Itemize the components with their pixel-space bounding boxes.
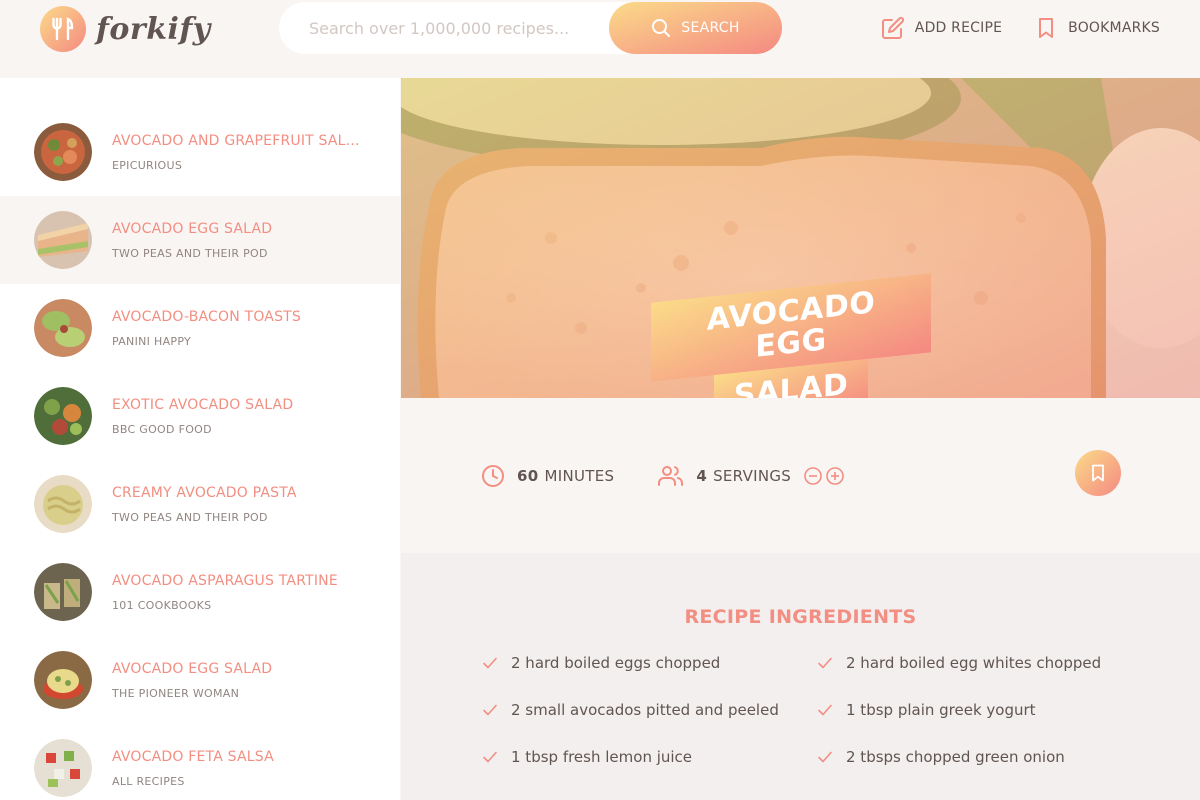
search-input[interactable] bbox=[309, 18, 629, 38]
ingredient-list: 2 hard boiled eggs chopped 2 hard boiled… bbox=[481, 654, 1121, 766]
search-results: AVOCADO AND GRAPEFRUIT SAL... EPICURIOUS… bbox=[0, 78, 400, 800]
bookmark-icon bbox=[1039, 18, 1054, 38]
ingredient-item: 2 small avocados pitted and peeled bbox=[481, 701, 816, 719]
ingredient-text: 2 tbsps chopped green onion bbox=[846, 748, 1065, 766]
servings-stepper bbox=[803, 466, 845, 486]
ingredient-text: 1 tbsp fresh lemon juice bbox=[511, 748, 693, 766]
search-button-label: SEARCH bbox=[681, 20, 740, 36]
minus-circle-icon bbox=[804, 466, 822, 485]
ingredient-text: 2 hard boiled eggs chopped bbox=[511, 654, 721, 672]
result-title: AVOCADO EGG SALAD bbox=[112, 220, 273, 237]
result-publisher: EPICURIOUS bbox=[112, 158, 183, 172]
search-icon bbox=[652, 19, 671, 37]
header: forkify SEARCH ADD RECIPE BOO bbox=[0, 0, 1200, 78]
recipe-view: AVOCADO EGG SALAD 60 MINUTES 4 SERVINGS … bbox=[401, 78, 1200, 800]
recipe-hero-image: AVOCADO EGG SALAD bbox=[401, 78, 1200, 398]
result-item[interactable]: AVOCADO ASPARAGUS TARTINE 101 COOKBOOKS bbox=[0, 548, 400, 636]
result-title: AVOCADO ASPARAGUS TARTINE bbox=[112, 572, 338, 589]
ingredient-item: 2 hard boiled eggs chopped bbox=[481, 654, 816, 672]
ingredient-item: 2 tbsps chopped green onion bbox=[816, 748, 1121, 766]
plus-circle-icon bbox=[826, 466, 844, 485]
cooking-time: 60 MINUTES bbox=[481, 464, 614, 488]
result-publisher: TWO PEAS AND THEIR POD bbox=[112, 246, 268, 260]
ingredient-item: 2 hard boiled egg whites chopped bbox=[816, 654, 1121, 672]
logo-text: forkify bbox=[96, 11, 211, 47]
recipe-thumbnail bbox=[34, 475, 92, 533]
result-publisher: THE PIONEER WOMAN bbox=[112, 686, 240, 700]
add-recipe-label: ADD RECIPE bbox=[914, 20, 1003, 36]
check-icon bbox=[818, 657, 832, 669]
check-icon bbox=[483, 704, 497, 716]
recipe-thumbnail bbox=[34, 123, 92, 181]
edit-icon bbox=[881, 16, 904, 39]
search-form: SEARCH bbox=[279, 2, 782, 54]
result-title: EXOTIC AVOCADO SALAD bbox=[112, 396, 294, 413]
result-title: AVOCADO FETA SALSA bbox=[112, 748, 274, 765]
result-item[interactable]: AVOCADO-BACON TOASTS PANINI HAPPY bbox=[0, 284, 400, 372]
result-publisher: ALL RECIPES bbox=[112, 774, 185, 788]
result-item[interactable]: CREAMY AVOCADO PASTA TWO PEAS AND THEIR … bbox=[0, 460, 400, 548]
recipe-thumbnail bbox=[34, 739, 92, 797]
servings-unit: SERVINGS bbox=[713, 466, 792, 485]
check-icon bbox=[818, 704, 832, 716]
ingredients-heading: RECIPE INGREDIENTS bbox=[684, 606, 917, 628]
result-title: AVOCADO AND GRAPEFRUIT SAL... bbox=[112, 132, 360, 149]
recipe-thumbnail bbox=[34, 651, 92, 709]
logo[interactable]: forkify bbox=[40, 6, 211, 52]
result-item[interactable]: AVOCADO EGG SALAD TWO PEAS AND THEIR POD bbox=[0, 196, 400, 284]
result-title: CREAMY AVOCADO PASTA bbox=[112, 484, 297, 501]
ingredient-text: 2 small avocados pitted and peeled bbox=[511, 701, 779, 719]
cooking-time-value: 60 bbox=[517, 466, 539, 485]
recipe-thumbnail bbox=[34, 211, 92, 269]
check-icon bbox=[818, 751, 832, 763]
result-publisher: PANINI HAPPY bbox=[112, 334, 192, 348]
bookmark-recipe-button[interactable] bbox=[1075, 450, 1121, 496]
increase-servings-button[interactable] bbox=[825, 466, 845, 486]
bookmark-icon bbox=[1092, 464, 1104, 482]
result-item[interactable]: AVOCADO EGG SALAD THE PIONEER WOMAN bbox=[0, 636, 400, 724]
decrease-servings-button[interactable] bbox=[803, 466, 823, 486]
recipe-thumbnail bbox=[34, 299, 92, 357]
bookmarks-label: BOOKMARKS bbox=[1068, 20, 1160, 36]
bookmarks-button[interactable]: BOOKMARKS bbox=[1034, 16, 1160, 40]
check-icon bbox=[483, 657, 497, 669]
result-publisher: TWO PEAS AND THEIR POD bbox=[112, 510, 268, 524]
ingredient-item: 1 tbsp fresh lemon juice bbox=[481, 748, 816, 766]
result-item[interactable]: AVOCADO AND GRAPEFRUIT SAL... EPICURIOUS bbox=[0, 108, 400, 196]
ingredient-item: 1 tbsp plain greek yogurt bbox=[816, 701, 1121, 719]
result-publisher: BBC GOOD FOOD bbox=[112, 422, 212, 436]
result-publisher: 101 COOKBOOKS bbox=[112, 598, 212, 612]
fork-knife-icon bbox=[40, 6, 86, 52]
result-item[interactable]: EXOTIC AVOCADO SALAD BBC GOOD FOOD bbox=[0, 372, 400, 460]
recipe-details: 60 MINUTES 4 SERVINGS bbox=[401, 398, 1200, 553]
clock-icon bbox=[482, 464, 504, 487]
result-item[interactable]: AVOCADO FETA SALSA ALL RECIPES bbox=[0, 724, 400, 800]
recipe-thumbnail bbox=[34, 563, 92, 621]
search-button[interactable]: SEARCH bbox=[609, 2, 782, 54]
add-recipe-button[interactable]: ADD RECIPE bbox=[881, 16, 1002, 40]
top-nav: ADD RECIPE BOOKMARKS bbox=[881, 16, 1160, 40]
servings-value: 4 bbox=[696, 466, 708, 485]
users-icon bbox=[658, 465, 684, 486]
result-title: AVOCADO EGG SALAD bbox=[112, 660, 273, 677]
result-title: AVOCADO-BACON TOASTS bbox=[112, 308, 302, 325]
servings: 4 SERVINGS bbox=[658, 464, 845, 488]
recipe-thumbnail bbox=[34, 387, 92, 445]
ingredient-text: 1 tbsp plain greek yogurt bbox=[846, 701, 1036, 719]
cooking-time-unit: MINUTES bbox=[544, 466, 615, 485]
recipe-ingredients: RECIPE INGREDIENTS 2 hard boiled eggs ch… bbox=[401, 553, 1200, 800]
ingredient-text: 2 hard boiled egg whites chopped bbox=[846, 654, 1102, 672]
check-icon bbox=[483, 751, 497, 763]
